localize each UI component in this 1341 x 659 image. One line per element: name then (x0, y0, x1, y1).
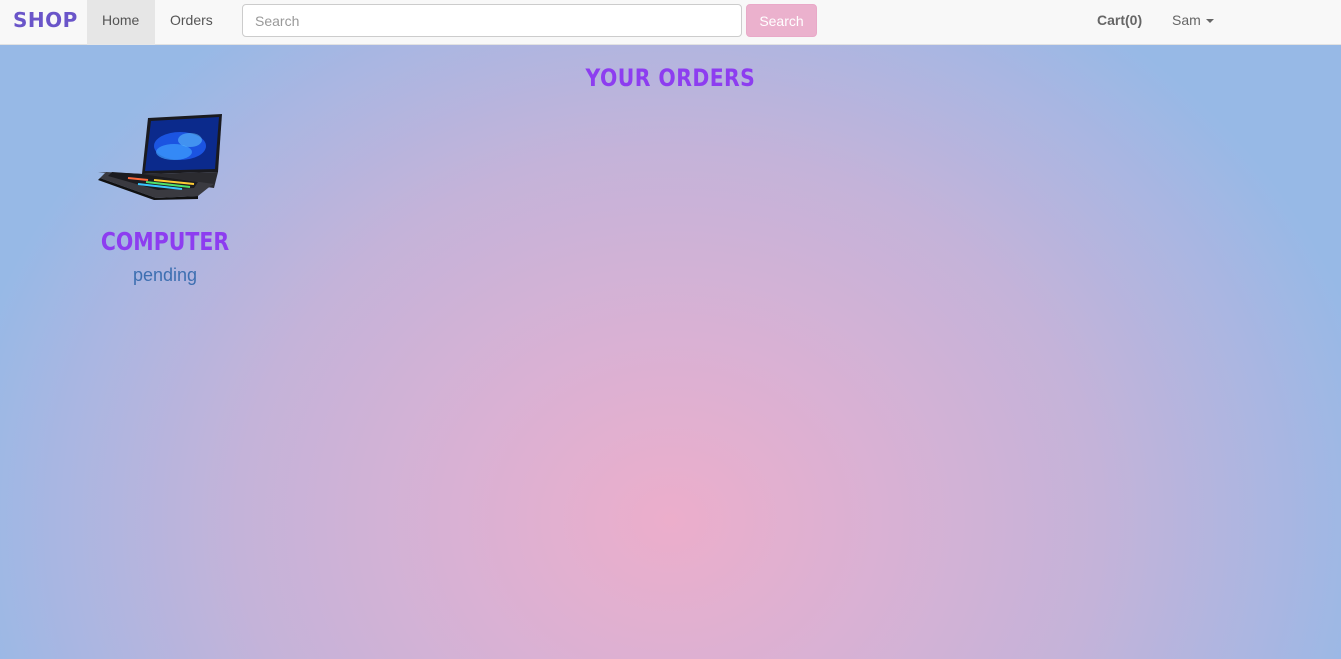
page-title: YOUR ORDERS (585, 64, 756, 92)
nav-home-link[interactable]: Home (87, 0, 155, 45)
top-navbar: SHOP Home Orders Search Cart(0) Sam (0, 0, 1341, 45)
laptop-image[interactable] (98, 110, 224, 200)
search-button[interactable]: Search (746, 4, 817, 37)
user-menu-toggle[interactable]: Sam (1172, 0, 1214, 41)
product-name: COMPUTER (100, 227, 230, 256)
cart-link[interactable]: Cart(0) (1097, 0, 1142, 41)
user-name: Sam (1172, 12, 1201, 28)
caret-down-icon (1205, 19, 1214, 24)
order-card: COMPUTER pending (70, 110, 260, 286)
order-status: pending (132, 265, 198, 285)
nav-orders-link[interactable]: Orders (155, 0, 228, 45)
brand-logo[interactable]: SHOP (13, 8, 78, 32)
search-input[interactable] (242, 4, 742, 37)
